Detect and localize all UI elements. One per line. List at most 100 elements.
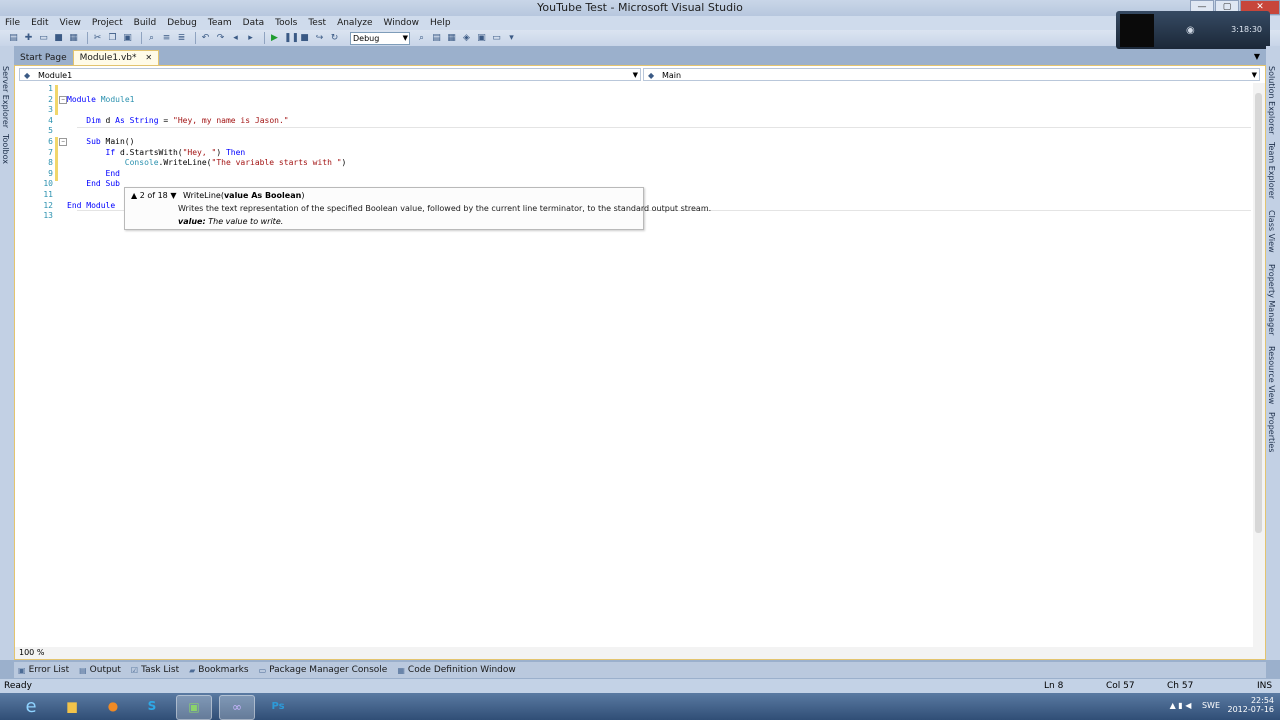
type-dropdown[interactable]: ◆ Module1 ▼ <box>19 68 641 81</box>
menu-debug[interactable]: Debug <box>162 18 203 28</box>
open-file-icon[interactable]: ▭ <box>38 33 49 44</box>
find-icon[interactable]: ⌕ <box>146 33 157 44</box>
line-number: 12 <box>43 201 53 210</box>
save-all-icon[interactable]: ▦ <box>68 33 79 44</box>
horizontal-scrollbar[interactable]: 100 % <box>15 647 1265 659</box>
clock[interactable]: 22:54 2012-07-16 <box>1228 696 1275 714</box>
parameter-name: value: <box>178 217 206 226</box>
network-icon[interactable]: ▮ <box>1178 701 1182 710</box>
show-hidden-icons-icon[interactable]: ▲ <box>1170 701 1176 710</box>
redo-icon[interactable]: ↷ <box>215 33 226 44</box>
start-debugging-icon[interactable]: ▶ <box>269 33 280 44</box>
window-title: YouTube Test - Microsoft Visual Studio <box>537 1 743 14</box>
firefox-icon[interactable]: ● <box>96 695 130 718</box>
vertical-scrollbar[interactable] <box>1253 83 1265 648</box>
menu-data[interactable]: Data <box>238 18 271 28</box>
team-explorer-tab[interactable]: Team Explorer <box>1267 142 1276 199</box>
menu-team[interactable]: Team <box>203 18 238 28</box>
copy-icon[interactable]: ❐ <box>107 33 118 44</box>
restart-icon[interactable]: ↻ <box>329 33 340 44</box>
menu-test[interactable]: Test <box>303 18 332 28</box>
tab-code-definition-window[interactable]: ▦ Code Definition Window <box>393 665 521 675</box>
solution-configuration-select[interactable]: Debug ▼ <box>350 31 410 45</box>
navigate-back-icon[interactable]: ◂ <box>230 33 241 44</box>
solution-explorer-icon[interactable]: ▤ <box>431 33 442 44</box>
input-language[interactable]: SWE <box>1202 701 1220 710</box>
tab-module1[interactable]: Module1.vb* ✕ <box>72 50 160 65</box>
menu-edit[interactable]: Edit <box>26 18 54 28</box>
tab-package-manager-console[interactable]: ▭ Package Manager Console <box>255 665 394 675</box>
toolbox-icon[interactable]: ▣ <box>476 33 487 44</box>
save-icon[interactable]: ■ <box>53 33 64 44</box>
solution-explorer-tab[interactable]: Solution Explorer <box>1267 66 1276 134</box>
member-dropdown[interactable]: ◆ Main ▼ <box>643 68 1260 81</box>
menu-help[interactable]: Help <box>425 18 457 28</box>
toolbox-tab[interactable]: Toolbox <box>1 134 10 164</box>
file-explorer-icon[interactable]: ▆ <box>55 695 89 718</box>
paste-icon[interactable]: ▣ <box>122 33 133 44</box>
code-editor[interactable]: ◆ Module1 ▼ ◆ Main ▼ 1 2 3 4 5 6 7 8 9 1… <box>14 65 1266 660</box>
zoom-level[interactable]: 100 % <box>19 648 44 657</box>
properties-tab[interactable]: Properties <box>1267 412 1276 452</box>
line-number: 9 <box>48 169 53 178</box>
navigate-forward-icon[interactable]: ▸ <box>245 33 256 44</box>
parameter-description: The value to write. <box>208 217 284 226</box>
scrollbar-thumb[interactable] <box>1255 93 1262 533</box>
comment-icon[interactable]: ≡ <box>161 33 172 44</box>
tray-icons[interactable]: ▲ ▮ ◀ SWE <box>1170 701 1220 710</box>
collapse-icon[interactable]: − <box>59 138 67 146</box>
close-icon[interactable]: ✕ <box>145 53 152 62</box>
internet-explorer-icon[interactable]: e <box>14 695 48 718</box>
stop-icon[interactable]: ■ <box>299 33 310 44</box>
menu-view[interactable]: View <box>55 18 87 28</box>
cut-icon[interactable]: ✂ <box>92 33 103 44</box>
toolbar-options-icon[interactable]: ▾ <box>506 33 517 44</box>
menu-window[interactable]: Window <box>379 18 426 28</box>
find-in-files-icon[interactable]: ⌕ <box>416 33 427 44</box>
menu-tools[interactable]: Tools <box>270 18 303 28</box>
skype-icon[interactable]: S <box>135 695 169 718</box>
visual-studio-launcher-icon[interactable]: ▣ <box>176 695 212 720</box>
line-number: 8 <box>48 158 53 167</box>
resource-view-tab[interactable]: Resource View <box>1267 346 1276 404</box>
object-browser-icon[interactable]: ◈ <box>461 33 472 44</box>
code-area[interactable]: 1 2 3 4 5 6 7 8 9 10 11 12 13 − − Module… <box>15 83 1251 643</box>
menu-project[interactable]: Project <box>87 18 129 28</box>
tab-start-page[interactable]: Start Page <box>14 51 73 65</box>
code-line: Dim d As String = "Hey, my name is Jason… <box>86 116 289 125</box>
class-view-tab[interactable]: Class View <box>1267 210 1276 253</box>
tab-bookmarks[interactable]: ▰ Bookmarks <box>185 665 254 675</box>
code-line: End Sub <box>86 179 120 188</box>
photoshop-icon[interactable]: Ps <box>261 695 295 718</box>
overload-counter: 2 of 18 <box>139 191 168 200</box>
collapse-icon[interactable]: − <box>59 96 67 104</box>
previous-overload-icon[interactable]: ▲ <box>131 191 137 200</box>
tab-error-list[interactable]: ▣ Error List <box>14 665 75 675</box>
step-icon[interactable]: ↪ <box>314 33 325 44</box>
property-manager-tab[interactable]: Property Manager <box>1267 264 1276 335</box>
volume-icon[interactable]: ◀ <box>1185 701 1191 710</box>
menu-analyze[interactable]: Analyze <box>332 18 378 28</box>
menu-build[interactable]: Build <box>129 18 163 28</box>
add-item-icon[interactable]: ✚ <box>23 33 34 44</box>
undo-icon[interactable]: ↶ <box>200 33 211 44</box>
menu-file[interactable]: File <box>0 18 26 28</box>
line-number: 5 <box>48 126 53 135</box>
bookmark-icon: ▰ <box>189 665 196 675</box>
next-overload-icon[interactable]: ▼ <box>170 191 176 200</box>
tab-output[interactable]: ▤ Output <box>75 665 127 675</box>
tooltip-parameter-row: value: The value to write. <box>178 217 283 226</box>
recorder-preview <box>1120 14 1154 47</box>
server-explorer-tab[interactable]: Server Explorer <box>1 66 10 128</box>
extension-manager-icon[interactable]: ▭ <box>491 33 502 44</box>
pause-icon[interactable]: ❚❚ <box>284 33 299 44</box>
procedure-separator <box>77 127 1251 128</box>
uncomment-icon[interactable]: ≣ <box>176 33 187 44</box>
code-line: Module Module1 <box>67 95 135 104</box>
new-project-icon[interactable]: ▤ <box>8 33 19 44</box>
code-line: If d.StartsWith("Hey, ") Then <box>105 148 246 157</box>
tab-task-list[interactable]: ☑ Task List <box>127 665 185 675</box>
visual-studio-icon[interactable]: ∞ <box>219 695 255 720</box>
chevron-down-icon[interactable]: ▼ <box>1254 52 1260 61</box>
properties-icon[interactable]: ▦ <box>446 33 457 44</box>
